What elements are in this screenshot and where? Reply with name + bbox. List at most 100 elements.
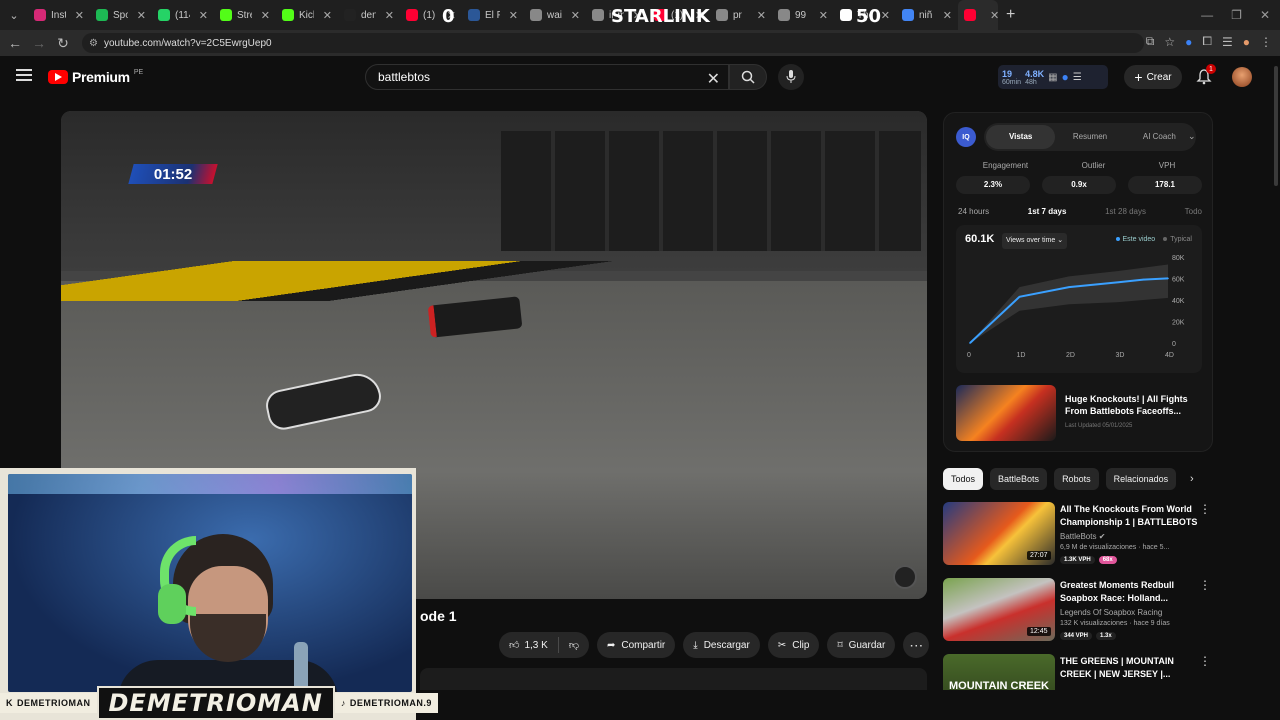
channel-name[interactable]: Legends Of Soapbox Racing: [1060, 608, 1162, 617]
range-7d[interactable]: 1st 7 days: [1028, 207, 1067, 216]
browser-tab[interactable]: niñ ✕: [896, 0, 958, 30]
close-tab-icon[interactable]: ✕: [819, 9, 828, 22]
close-tab-icon[interactable]: ✕: [137, 9, 146, 22]
site-info-icon[interactable]: ⚙: [89, 38, 98, 49]
save-button[interactable]: ⌑ Guardar: [827, 632, 896, 658]
featured-thumbnail[interactable]: [956, 385, 1056, 441]
channel-watermark-icon[interactable]: [893, 565, 917, 589]
download-button[interactable]: ⤓ Descargar: [683, 632, 760, 658]
tab-vistas[interactable]: Vistas: [986, 125, 1056, 149]
browser-tab[interactable]: Kick ✕: [276, 0, 338, 30]
description-box[interactable]: [420, 668, 927, 690]
close-tab-icon[interactable]: ✕: [881, 9, 890, 22]
close-tab-icon[interactable]: ✕: [571, 9, 580, 22]
video-title[interactable]: THE GREENS | MOUNTAIN CREEK | NEW JERSEY…: [1060, 655, 1200, 681]
tab-resumen[interactable]: Resumen: [1055, 125, 1124, 149]
more-options-icon[interactable]: ⋮: [1199, 578, 1211, 592]
search-button[interactable]: [729, 64, 767, 90]
range-all[interactable]: Todo: [1185, 207, 1202, 216]
webcam-feed: [8, 474, 412, 692]
grid-icon[interactable]: ▦: [1048, 72, 1057, 83]
reading-list-icon[interactable]: ☰: [1222, 35, 1233, 49]
search-input[interactable]: battlebtos ✕: [365, 64, 729, 90]
minimize-icon[interactable]: —: [1201, 8, 1213, 22]
list-item[interactable]: 12:45 Greatest Moments Redbull Soapbox R…: [943, 578, 1213, 644]
new-tab-button[interactable]: +: [1006, 6, 1015, 24]
close-tab-icon[interactable]: ✕: [990, 9, 999, 22]
list-item[interactable]: 27:07 All The Knockouts From World Champ…: [943, 502, 1213, 568]
dislike-button[interactable]: 👎︎: [559, 632, 589, 658]
featured-title[interactable]: Huge Knockouts! | All Fights From Battle…: [1065, 393, 1203, 417]
browser-tab[interactable]: den ✕: [338, 0, 400, 30]
x-tick-label: 2D: [1066, 352, 1075, 359]
views-chart-svg: 80K 60K 40K 20K 0 0 1D 2D 3D 4D: [967, 255, 1185, 359]
menu-icon[interactable]: [16, 69, 32, 81]
restore-icon[interactable]: ❐: [1231, 8, 1242, 22]
page-scrollbar[interactable]: [1272, 56, 1280, 686]
voice-search-button[interactable]: [778, 64, 804, 90]
collapse-chevron-icon[interactable]: ⌄: [1188, 131, 1196, 142]
tab-ai-coach[interactable]: AI Coach: [1125, 125, 1194, 149]
extension-stats-widget[interactable]: 19 60min 4.8K 48h ▦ ● ☰: [998, 65, 1108, 89]
toolbar-right: ⧉ ☆ ● ⧠ ☰ ● ⋮: [1146, 34, 1272, 49]
close-tab-icon[interactable]: ✕: [323, 9, 332, 22]
video-thumbnail[interactable]: MOUNTAIN CREEK: [943, 654, 1055, 690]
reload-icon[interactable]: ↻: [51, 35, 75, 52]
extension-icon[interactable]: ●: [1185, 35, 1192, 49]
range-24h[interactable]: 24 hours: [958, 207, 989, 216]
chip-all[interactable]: Todos: [943, 468, 984, 490]
browser-tab[interactable]: pr ✕: [710, 0, 772, 30]
bookmark-icon: ⌑: [837, 639, 843, 651]
browser-tab[interactable]: Insta ✕: [28, 0, 90, 30]
list-item[interactable]: MOUNTAIN CREEK THE GREENS | MOUNTAIN CRE…: [943, 654, 1213, 690]
back-icon[interactable]: ←: [3, 35, 27, 51]
close-tab-icon[interactable]: ✕: [757, 9, 766, 22]
video-title[interactable]: Greatest Moments Redbull Soapbox Race: H…: [1060, 579, 1200, 605]
extensions-puzzle-icon[interactable]: ⧠: [1202, 34, 1212, 49]
close-tab-icon[interactable]: ✕: [385, 9, 394, 22]
browser-tab[interactable]: El P ✕: [462, 0, 524, 30]
youtube-logo[interactable]: Premium PE: [48, 69, 143, 85]
browser-tab[interactable]: Spo ✕: [90, 0, 152, 30]
like-button[interactable]: 👍︎ 1,3 K: [499, 632, 558, 658]
create-button[interactable]: + Crear: [1124, 65, 1182, 89]
chip-related[interactable]: Relacionados: [1105, 468, 1177, 490]
list-icon[interactable]: ☰: [1073, 72, 1082, 83]
iq-icon[interactable]: ●: [1062, 70, 1069, 84]
browser-tab[interactable]: (114 ✕: [152, 0, 214, 30]
url-field[interactable]: ⚙ youtube.com/watch?v=2C5EwrgUep0: [82, 33, 1144, 53]
forward-icon[interactable]: →: [27, 35, 51, 51]
chip-battlebots[interactable]: BattleBots: [990, 468, 1048, 490]
browser-tab[interactable]: Stre ✕: [214, 0, 276, 30]
close-tab-icon[interactable]: ✕: [75, 9, 84, 22]
clear-search-icon[interactable]: ✕: [707, 69, 720, 89]
close-tab-icon[interactable]: ✕: [943, 9, 952, 22]
share-icon: ➦: [606, 639, 616, 651]
close-window-icon[interactable]: ✕: [1260, 8, 1270, 22]
tab-search-button[interactable]: ⌄: [0, 0, 28, 30]
browser-tab[interactable]: ✕: [958, 0, 999, 30]
more-options-icon[interactable]: ⋮: [1199, 654, 1211, 668]
video-title[interactable]: All The Knockouts From World Championshi…: [1060, 503, 1200, 529]
browser-tab[interactable]: 99 ✕: [772, 0, 834, 30]
profile-avatar-icon[interactable]: ●: [1243, 35, 1250, 49]
chip-robots[interactable]: Robots: [1054, 468, 1099, 490]
more-actions-icon[interactable]: ⋯: [903, 632, 930, 658]
bookmark-star-icon[interactable]: ☆: [1164, 35, 1175, 49]
close-tab-icon[interactable]: ✕: [509, 9, 518, 22]
account-avatar[interactable]: [1232, 67, 1252, 87]
browser-menu-icon[interactable]: ⋮: [1260, 35, 1272, 49]
x-tick-label: 4D: [1165, 352, 1174, 359]
share-button[interactable]: ➦ Compartir: [596, 632, 676, 658]
more-options-icon[interactable]: ⋮: [1199, 502, 1211, 516]
featured-video[interactable]: Huge Knockouts! | All Fights From Battle…: [956, 385, 1202, 443]
close-tab-icon[interactable]: ✕: [261, 9, 270, 22]
close-tab-icon[interactable]: ✕: [199, 9, 208, 22]
video-duration: 12:45: [1027, 627, 1051, 636]
install-icon[interactable]: ⧉: [1146, 34, 1155, 49]
chevron-right-icon[interactable]: ›: [1190, 473, 1194, 485]
channel-name[interactable]: BattleBots ✔: [1060, 532, 1105, 541]
browser-tab[interactable]: wai ✕: [524, 0, 586, 30]
range-28d[interactable]: 1st 28 days: [1105, 207, 1146, 216]
clip-button[interactable]: ✂ Clip: [767, 632, 820, 658]
